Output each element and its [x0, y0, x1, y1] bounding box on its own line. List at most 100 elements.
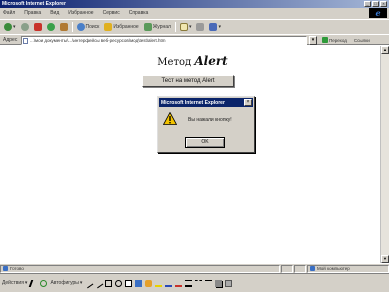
address-dropdown-button[interactable]: ▾ [309, 35, 317, 45]
search-button[interactable]: Поиск [76, 21, 101, 32]
search-label: Поиск [85, 23, 100, 30]
line-style-icon[interactable] [185, 279, 193, 287]
forward-button[interactable] [20, 21, 30, 32]
alert-dialog: Microsoft Internet Explorer × Вы нажали … [157, 96, 255, 153]
ok-button[interactable]: OK [185, 137, 225, 148]
select-arrow-icon[interactable] [29, 279, 39, 287]
home-button[interactable] [59, 21, 69, 32]
forward-arrow-icon [20, 22, 29, 31]
draw-actions-menu[interactable]: Действия ▾ [2, 280, 27, 286]
menu-tools[interactable]: Сервис [103, 10, 120, 16]
go-button[interactable]: Переход [322, 37, 347, 43]
scroll-down-arrow[interactable]: ▼ [381, 255, 389, 263]
dash-style-icon[interactable] [195, 279, 203, 287]
favorites-button[interactable]: Избранное [103, 21, 139, 32]
home-icon [59, 22, 68, 31]
close-window-button[interactable]: × [380, 1, 387, 7]
page-title: Метод Alert [120, 54, 265, 68]
favorites-label: Избранное [113, 23, 139, 30]
ie-logo: e [369, 8, 387, 18]
menu-view[interactable]: Вид [50, 10, 59, 16]
history-icon [143, 22, 152, 31]
page-status-icon [3, 266, 8, 271]
window-title: Microsoft Internet Explorer [2, 1, 66, 7]
line-icon[interactable] [84, 278, 94, 288]
address-label: Адрес [3, 37, 18, 43]
page-icon [23, 37, 28, 44]
minimize-button[interactable]: _ [364, 1, 371, 7]
browser-chrome: Файл Правка Вид Избранное Сервис Справка… [0, 8, 389, 45]
refresh-button[interactable] [46, 21, 56, 32]
address-input[interactable]: ...\мои документы\...\интерфейсы веб-рес… [21, 35, 307, 45]
security-zone: Мой компьютер [307, 264, 389, 273]
font-color-icon[interactable] [175, 280, 183, 287]
ie-logo-icon: e [375, 8, 381, 18]
stop-button[interactable] [33, 21, 43, 32]
rectangle-icon[interactable] [105, 279, 113, 287]
arrow-style-icon[interactable] [205, 279, 213, 287]
alert-test-button[interactable]: Тест на метод Alert [142, 75, 234, 87]
toolbar-separator [174, 21, 176, 32]
links-button[interactable]: Ссылки [354, 38, 370, 43]
page-title-em: Alert [194, 54, 228, 68]
wordart-icon[interactable] [135, 279, 143, 287]
autoshapes-menu[interactable]: Автофигуры ▾ [50, 280, 82, 286]
edit-dropdown-icon: ▾ [218, 23, 221, 30]
search-icon [76, 22, 85, 31]
status-bar: Готово Мой компьютер [0, 263, 389, 273]
history-label: Журнал [152, 23, 171, 30]
3d-icon[interactable] [225, 279, 233, 287]
status-cell [281, 264, 293, 273]
mail-button[interactable]: ▾ [179, 21, 193, 32]
dialog-titlebar: Microsoft Internet Explorer × [159, 98, 253, 107]
window-controls: _ □ × [364, 1, 387, 7]
back-arrow-icon [4, 22, 12, 31]
textbox-icon[interactable] [125, 279, 133, 287]
scroll-up-arrow[interactable]: ▲ [381, 46, 389, 54]
zone-text: Мой компьютер [317, 266, 350, 271]
toolbar-separator [71, 21, 73, 32]
warning-icon [163, 112, 177, 125]
draw-actions-label: Действия [2, 280, 24, 286]
favorites-icon [104, 22, 113, 31]
history-button[interactable]: Журнал [143, 21, 172, 32]
menu-favorites[interactable]: Избранное [68, 10, 93, 16]
back-dropdown-icon: ▾ [13, 23, 16, 30]
computer-icon [310, 266, 315, 271]
maximize-button[interactable]: □ [372, 1, 379, 7]
status-main: Готово [0, 264, 280, 273]
edit-button[interactable]: ▾ [208, 21, 222, 32]
menu-edit[interactable]: Правка [24, 10, 41, 16]
go-arrow-icon [322, 37, 328, 43]
dialog-close-button[interactable]: × [244, 99, 252, 106]
dialog-message: Вы нажали кнопку! [188, 117, 232, 123]
arrow-icon[interactable] [94, 278, 104, 288]
oval-icon[interactable] [115, 279, 123, 287]
print-icon [196, 22, 205, 31]
drawing-toolbar: Действия ▾ Автофигуры ▾ [0, 273, 389, 292]
clipart-icon[interactable] [145, 279, 153, 287]
print-button[interactable] [195, 21, 205, 32]
page-title-prefix: Метод [157, 57, 192, 68]
rotate-icon[interactable] [40, 279, 48, 287]
go-label: Переход [329, 37, 347, 43]
edit-icon [209, 22, 218, 31]
autoshapes-label: Автофигуры [50, 280, 79, 286]
address-value: ...\мои документы\...\интерфейсы веб-рес… [30, 37, 166, 43]
status-text: Готово [10, 266, 24, 271]
back-button[interactable]: ▾ [3, 21, 17, 32]
menu-help[interactable]: Справка [129, 10, 149, 16]
line-color-icon[interactable] [165, 280, 173, 287]
stop-icon [33, 22, 42, 31]
address-bar: Адрес ...\мои документы\...\интерфейсы в… [0, 34, 389, 45]
window-titlebar: Microsoft Internet Explorer _ □ × [0, 0, 389, 8]
toolbar: ▾ Поиск Избранное Журнал ▾ ▾ [0, 19, 389, 33]
menu-file[interactable]: Файл [3, 10, 15, 16]
fill-color-icon[interactable] [155, 280, 163, 287]
status-cell [294, 264, 306, 273]
vertical-scrollbar[interactable]: ▲ ▼ [380, 46, 389, 263]
mail-icon [179, 22, 188, 31]
mail-dropdown-icon: ▾ [188, 23, 192, 30]
dialog-title: Microsoft Internet Explorer [161, 99, 225, 106]
shadow-icon[interactable] [215, 279, 223, 287]
